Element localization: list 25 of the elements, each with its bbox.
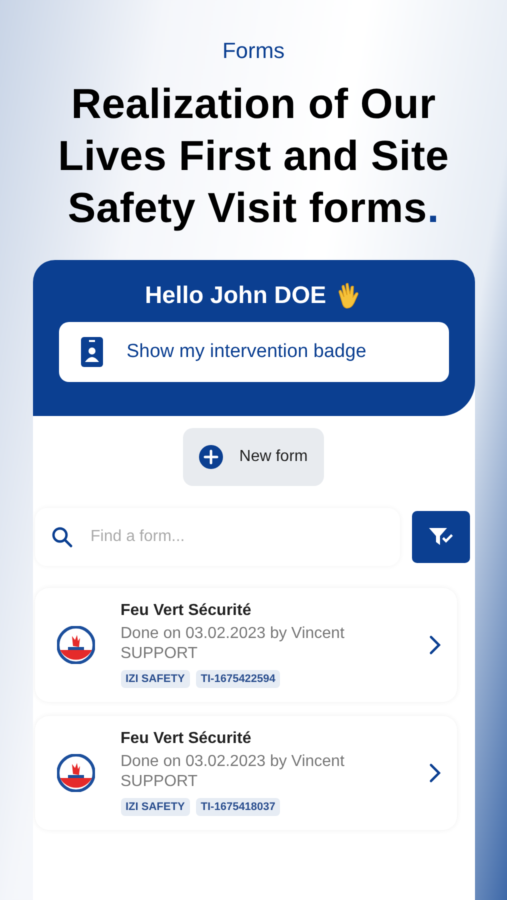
new-form-button[interactable]: New form — [183, 428, 324, 486]
greeting: Hello John DOE — [144, 282, 326, 310]
chevron-right-icon[interactable] — [428, 763, 440, 783]
filter-button[interactable] — [412, 511, 470, 563]
search-field[interactable]: Find a form... — [34, 508, 400, 566]
form-card[interactable]: Feu Vert Sécurité Done on 03.02.2023 by Vincent SUPPORT IZI SAFETY TI-1675422594 — [34, 588, 456, 702]
form-tag: TI-1675418037 — [196, 798, 280, 816]
form-subtitle: Done on 03.02.2023 by Vincent SUPPORT — [120, 752, 346, 792]
page-label: Forms — [222, 38, 285, 64]
search-icon — [50, 526, 72, 548]
headline: Realization of Our Lives First and Site Safety Visit forms. — [56, 79, 450, 233]
form-tag: TI-1675422594 — [196, 670, 280, 688]
form-tag: IZI SAFETY — [120, 670, 190, 688]
form-title: Feu Vert Sécurité — [120, 602, 252, 620]
id-badge-icon — [80, 337, 102, 367]
plus-icon — [199, 445, 224, 469]
filter-icon — [428, 526, 454, 548]
safety-logo-icon — [56, 626, 94, 664]
form-subtitle: Done on 03.02.2023 by Vincent SUPPORT — [120, 624, 346, 664]
form-tag: IZI SAFETY — [120, 798, 190, 816]
chevron-right-icon[interactable] — [428, 635, 440, 655]
badge-button[interactable]: Show my intervention badge — [58, 322, 448, 382]
form-card[interactable]: Feu Vert Sécurité Done on 03.02.2023 by Vincent SUPPORT IZI SAFETY TI-1675418037 — [34, 716, 456, 830]
safety-logo-icon — [56, 754, 94, 792]
form-title: Feu Vert Sécurité — [120, 730, 252, 748]
